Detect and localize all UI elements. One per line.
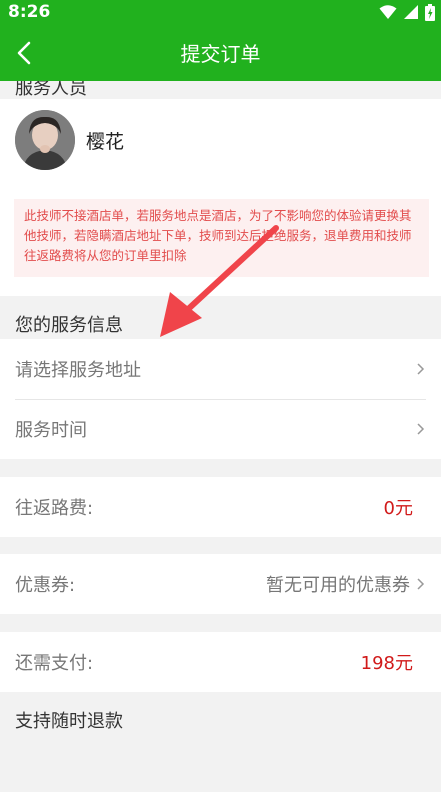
status-icons	[379, 2, 435, 22]
travel-fee-value: 0元	[383, 498, 413, 519]
chevron-right-icon	[417, 423, 425, 435]
service-time-row[interactable]: 服务时间	[15, 399, 426, 459]
avatar-image	[15, 110, 75, 170]
service-info-card: 请选择服务地址 服务时间	[0, 339, 441, 459]
address-row[interactable]: 请选择服务地址	[15, 339, 426, 399]
address-placeholder: 请选择服务地址	[15, 360, 141, 381]
travel-fee-label: 往返路费:	[15, 498, 94, 519]
staff-card: 樱花 此技师不接酒店单，若服务地点是酒店，为了不影响您的体验请更换其他技师，若隐…	[0, 99, 441, 296]
coupon-card: 优惠券: 暂无可用的优惠券	[0, 554, 441, 614]
service-time-label: 服务时间	[15, 420, 87, 441]
service-info-header: 您的服务信息	[15, 315, 123, 336]
wifi-icon	[379, 5, 397, 19]
hotel-notice: 此技师不接酒店单，若服务地点是酒店，为了不影响您的体验请更换其他技师，若隐瞒酒店…	[14, 199, 429, 277]
coupon-row[interactable]: 优惠券: 暂无可用的优惠券	[15, 554, 426, 614]
status-bar: 8:26	[0, 0, 441, 24]
nav-bar: 提交订单	[0, 24, 441, 81]
refund-note: 支持随时退款	[15, 711, 123, 732]
amount-due-value: 198元	[360, 653, 413, 674]
chevron-right-icon	[417, 363, 425, 375]
amount-due-label: 还需支付:	[15, 653, 94, 674]
page-title: 提交订单	[180, 42, 261, 66]
travel-fee-card: 往返路费: 0元	[0, 477, 441, 537]
order-form: 服务人员 樱花 此技师不接酒店单，若服务地点是酒店，为了不影响您的体验请更换其他…	[0, 81, 441, 792]
chevron-right-icon	[417, 578, 425, 590]
avatar[interactable]	[15, 110, 75, 170]
coupon-label: 优惠券:	[15, 575, 76, 596]
signal-icon	[404, 5, 418, 19]
staff-name: 樱花	[86, 131, 125, 153]
amount-due-row: 还需支付: 198元	[15, 632, 426, 692]
staff-section-header: 服务人员	[15, 81, 87, 99]
coupon-value: 暂无可用的优惠券	[266, 575, 410, 596]
status-time: 8:26	[8, 2, 51, 22]
travel-fee-row: 往返路费: 0元	[15, 477, 426, 537]
amount-due-card: 还需支付: 198元	[0, 632, 441, 692]
battery-icon	[425, 3, 435, 21]
